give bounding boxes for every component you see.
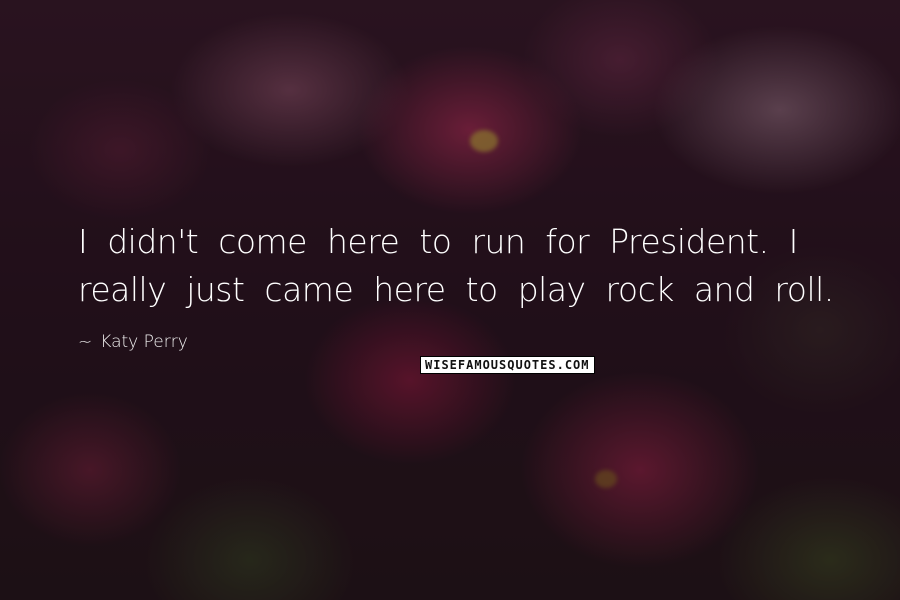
flower-background-photo: I didn't come here to run for President.… — [0, 0, 900, 600]
quote-text: I didn't come here to run for President.… — [78, 222, 834, 309]
author-name: Katy Perry — [100, 332, 188, 352]
quote-author: ~ Katy Perry — [78, 332, 188, 352]
author-dash: ~ — [78, 332, 93, 352]
watermark-logo: WISEFAMOUSQUOTES.COM — [420, 356, 595, 374]
